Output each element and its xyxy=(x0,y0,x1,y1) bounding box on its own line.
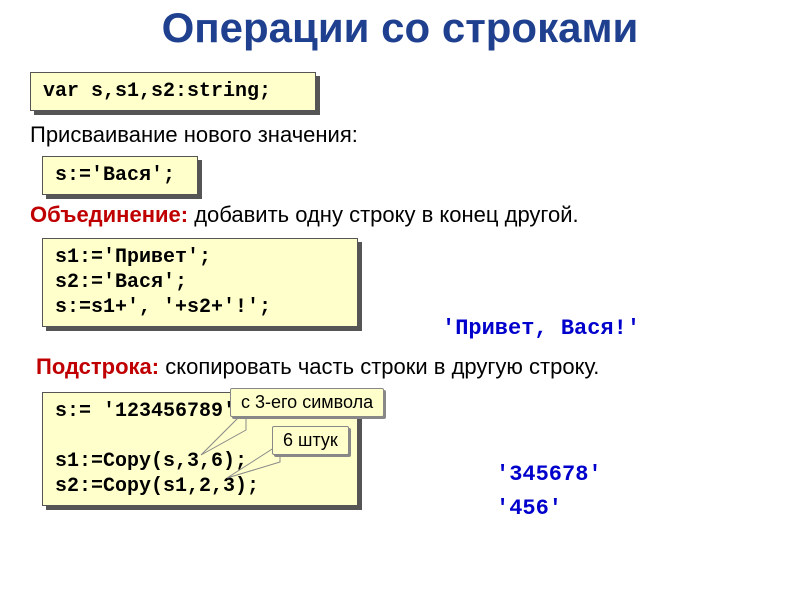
callout-count: 6 штук xyxy=(272,426,349,455)
label-substr-bold: Подстрока: xyxy=(36,354,159,379)
label-assign: Присваивание нового значения: xyxy=(30,122,358,148)
code-var-decl: var s,s1,s2:string; xyxy=(30,72,316,111)
label-concat-bold: Объединение: xyxy=(30,202,188,227)
callout-from-char: с 3-его символа xyxy=(230,388,384,417)
code-assign: s:='Вася'; xyxy=(42,156,198,195)
code-concat: s1:='Привет'; s2:='Вася'; s:=s1+', '+s2+… xyxy=(42,238,358,327)
label-substr: Подстрока: скопировать часть строки в др… xyxy=(36,354,599,380)
label-substr-rest: скопировать часть строки в другую строку… xyxy=(159,354,599,379)
slide-title: Операции со строками xyxy=(0,4,800,52)
label-concat-rest: добавить одну строку в конец другой. xyxy=(188,202,579,227)
output-concat: 'Привет, Вася!' xyxy=(442,316,640,341)
label-concat: Объединение: добавить одну строку в коне… xyxy=(30,202,579,228)
output-copy2: '456' xyxy=(496,496,562,521)
output-copy1: '345678' xyxy=(496,462,602,487)
